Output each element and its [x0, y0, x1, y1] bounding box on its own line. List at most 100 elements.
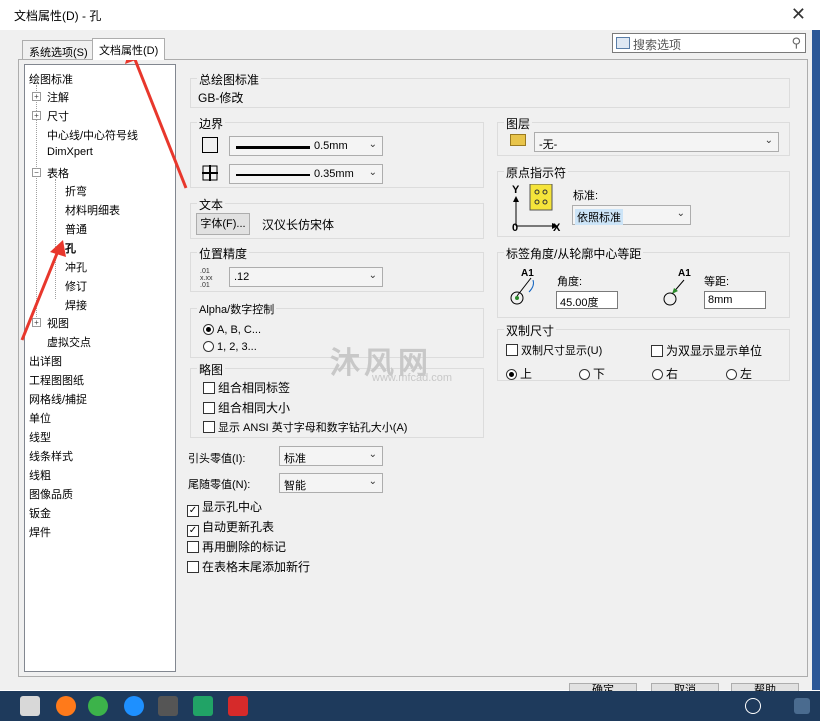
tree-item-tables[interactable]: 表格: [47, 165, 69, 181]
tree-item-punch[interactable]: 冲孔: [65, 259, 87, 275]
border-line-select-2[interactable]: 0.35mm ⌄: [229, 164, 383, 184]
tray-icon[interactable]: [794, 698, 810, 714]
tree-item-sheet-metal[interactable]: 钣金: [29, 505, 51, 521]
angle-input[interactable]: 45.00度: [556, 291, 618, 309]
collapse-icon[interactable]: −: [32, 168, 41, 177]
border-cross-icon: [202, 165, 218, 181]
layer-select[interactable]: -无- ⌄: [534, 132, 779, 152]
dual-units-checkbox[interactable]: 为双显示显示单位: [651, 342, 762, 359]
group-same-size-checkbox[interactable]: 组合相同大小: [203, 399, 290, 416]
tree-item-weld[interactable]: 焊接: [65, 297, 87, 313]
tab-system-options[interactable]: 系统选项(S): [22, 40, 95, 60]
precision-select[interactable]: .12 ⌄: [229, 267, 383, 287]
trailing-zero-select[interactable]: 智能 ⌄: [279, 473, 383, 493]
spreadsheet-icon[interactable]: [193, 696, 213, 716]
tree-item-views[interactable]: 视图: [47, 315, 69, 331]
group-same-tags-checkbox[interactable]: 组合相同标签: [203, 379, 290, 396]
general-standard-value: GB-修改: [198, 91, 244, 105]
expand-icon[interactable]: +: [32, 111, 41, 120]
tree-item-annotation[interactable]: 注解: [47, 89, 69, 105]
tree-item-dimensions[interactable]: 尺寸: [47, 108, 69, 124]
people-icon[interactable]: [745, 698, 761, 714]
dual-title: 双制尺寸: [504, 322, 557, 339]
search-box[interactable]: 搜索选项 ⚲: [612, 33, 806, 53]
precision-title: 位置精度: [197, 245, 250, 262]
chevron-down-icon: ⌄: [368, 139, 377, 150]
chevron-down-icon: ⌄: [368, 167, 377, 178]
layer-icon: [510, 134, 526, 146]
origin-standard-select[interactable]: 依照标准 ⌄: [572, 205, 691, 225]
show-hole-center-checkbox[interactable]: ✓ 显示孔中心: [187, 498, 262, 517]
add-row-checkbox[interactable]: 在表格末尾添加新行: [187, 558, 310, 575]
show-ansi-checkbox[interactable]: 显示 ANSI 英寸字母和数字钻孔大小(A): [203, 419, 407, 435]
desktop-edge: [812, 30, 820, 690]
outline-title: 略图: [197, 361, 226, 378]
offset-input[interactable]: 8mm: [704, 291, 766, 309]
tree-item-weldments[interactable]: 焊件: [29, 524, 51, 540]
tree-item-centerlines[interactable]: 中心线/中心符号线: [47, 127, 138, 143]
taskbar: [0, 691, 820, 721]
window-title: 文档属性(D) - 孔: [14, 9, 102, 23]
tree-item-image-quality[interactable]: 图像品质: [29, 486, 73, 502]
tree-item-detailing[interactable]: 出详图: [29, 353, 62, 369]
text-title: 文本: [197, 196, 226, 213]
expand-icon[interactable]: +: [32, 318, 41, 327]
alpha-radio-numbers[interactable]: 1, 2, 3...: [203, 341, 257, 353]
offset-label: 等距:: [704, 276, 730, 288]
tree-item-general[interactable]: 普通: [65, 221, 87, 237]
tree-item-bom[interactable]: 材料明细表: [65, 202, 120, 218]
tree-connector: [55, 179, 56, 299]
tree-item-revision[interactable]: 修订: [65, 278, 87, 294]
origin-standard-label: 标准:: [573, 190, 599, 202]
solidworks-icon[interactable]: [228, 696, 248, 716]
tool-icon[interactable]: [158, 696, 178, 716]
dual-radio-top[interactable]: 上: [506, 365, 532, 382]
leading-zero-label: 引头零值(I):: [188, 453, 246, 465]
chevron-down-icon: ⌄: [368, 449, 377, 460]
title-bar: 文档属性(D) - 孔 ✕: [0, 0, 820, 30]
wechat-icon[interactable]: [88, 696, 108, 716]
font-name: 汉仪长仿宋体: [262, 218, 335, 232]
tree-item-bend[interactable]: 折弯: [65, 183, 87, 199]
alpha-radio-letters[interactable]: A, B, C...: [203, 324, 261, 336]
app-icon[interactable]: [20, 696, 40, 716]
leading-zero-select[interactable]: 标准 ⌄: [279, 446, 383, 466]
chevron-down-icon: ⌄: [368, 476, 377, 487]
dual-display-checkbox[interactable]: 双制尺寸显示(U): [506, 342, 602, 358]
expand-icon[interactable]: +: [32, 92, 41, 101]
tree-item-line-thickness[interactable]: 线粗: [29, 467, 51, 483]
property-tree[interactable]: 绘图标准 + 注解 + 尺寸 中心线/中心符号线 DimXpert − 表格 折…: [24, 64, 176, 672]
tree-item-virtual-sharps[interactable]: 虚拟交点: [47, 334, 91, 350]
tree-item-units[interactable]: 单位: [29, 410, 51, 426]
tab-document-properties[interactable]: 文档属性(D): [92, 38, 166, 60]
layer-title: 图层: [504, 115, 533, 132]
tree-item-dimxpert[interactable]: DimXpert: [47, 146, 93, 158]
origin-axis-icon: Y 0 X: [512, 184, 561, 234]
tree-item-drawing-sheets[interactable]: 工程图图纸: [29, 372, 84, 388]
precision-icon: .01 x.xx .01: [200, 268, 213, 289]
border-title: 边界: [197, 115, 226, 132]
dual-radio-bottom[interactable]: 下: [579, 365, 605, 382]
reuse-deleted-checkbox[interactable]: 再用删除的标记: [187, 538, 286, 555]
border-line-select-1[interactable]: 0.5mm ⌄: [229, 136, 383, 156]
trailing-zero-label: 尾随零值(N):: [188, 479, 251, 491]
tree-connector: [36, 85, 37, 325]
tree-item-grid-snap[interactable]: 网格线/捕捉: [29, 391, 87, 407]
origin-title: 原点指示符: [504, 164, 569, 181]
general-standard-group: 总绘图标准: [190, 71, 790, 108]
tag-angle-icon: A1: [507, 268, 547, 310]
auto-update-checkbox[interactable]: ✓ 自动更新孔表: [187, 518, 274, 537]
dual-radio-left[interactable]: 左: [726, 365, 752, 382]
firefox-icon[interactable]: [56, 696, 76, 716]
search-icon[interactable]: ⚲: [791, 35, 801, 51]
font-button[interactable]: 字体(F)...: [196, 213, 250, 235]
close-icon[interactable]: ✕: [791, 4, 806, 25]
edge-icon[interactable]: [124, 696, 144, 716]
chevron-down-icon: ⌄: [764, 135, 773, 146]
tree-item-line-style[interactable]: 线条样式: [29, 448, 73, 464]
chevron-down-icon: ⌄: [676, 208, 685, 219]
tree-item-line-font[interactable]: 线型: [29, 429, 51, 445]
tree-item-hole[interactable]: 孔: [65, 240, 76, 256]
dual-radio-right[interactable]: 右: [652, 365, 678, 382]
alpha-title: Alpha/数字控制: [197, 301, 277, 317]
